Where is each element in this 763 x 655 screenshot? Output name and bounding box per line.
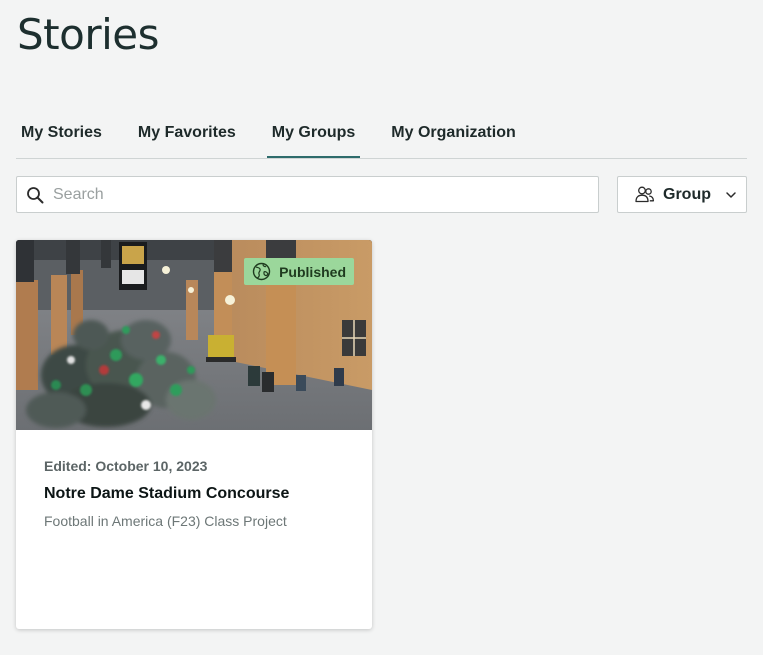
group-icon [634, 184, 655, 205]
tab-my-stories[interactable]: My Stories [16, 110, 107, 156]
story-thumbnail: Published [16, 240, 372, 430]
status-badge: Published [244, 258, 354, 285]
card-body: Edited: October 10, 2023 Notre Dame Stad… [44, 458, 352, 529]
edited-date: Edited: October 10, 2023 [44, 458, 208, 474]
tab-my-organization[interactable]: My Organization [386, 110, 520, 156]
status-label: Published [279, 263, 346, 280]
globe-icon [252, 262, 271, 281]
group-filter-label: Group [663, 185, 711, 203]
tab-my-favorites[interactable]: My Favorites [133, 110, 241, 156]
story-card[interactable]: Published Edited: October 10, 2023 Notre… [16, 240, 372, 629]
search-box [16, 176, 599, 213]
story-title[interactable]: Notre Dame Stadium Concourse [44, 485, 352, 503]
story-subtitle: Football in America (F23) Class Project [44, 513, 287, 529]
search-icon [26, 186, 44, 204]
tab-bar: My Stories My Favorites My Groups My Org… [16, 110, 747, 159]
tab-my-groups[interactable]: My Groups [266, 110, 361, 158]
search-input[interactable] [53, 177, 589, 212]
page-title: Stories [17, 10, 159, 59]
group-filter-button[interactable]: Group [617, 176, 747, 213]
chevron-down-icon [725, 189, 737, 201]
